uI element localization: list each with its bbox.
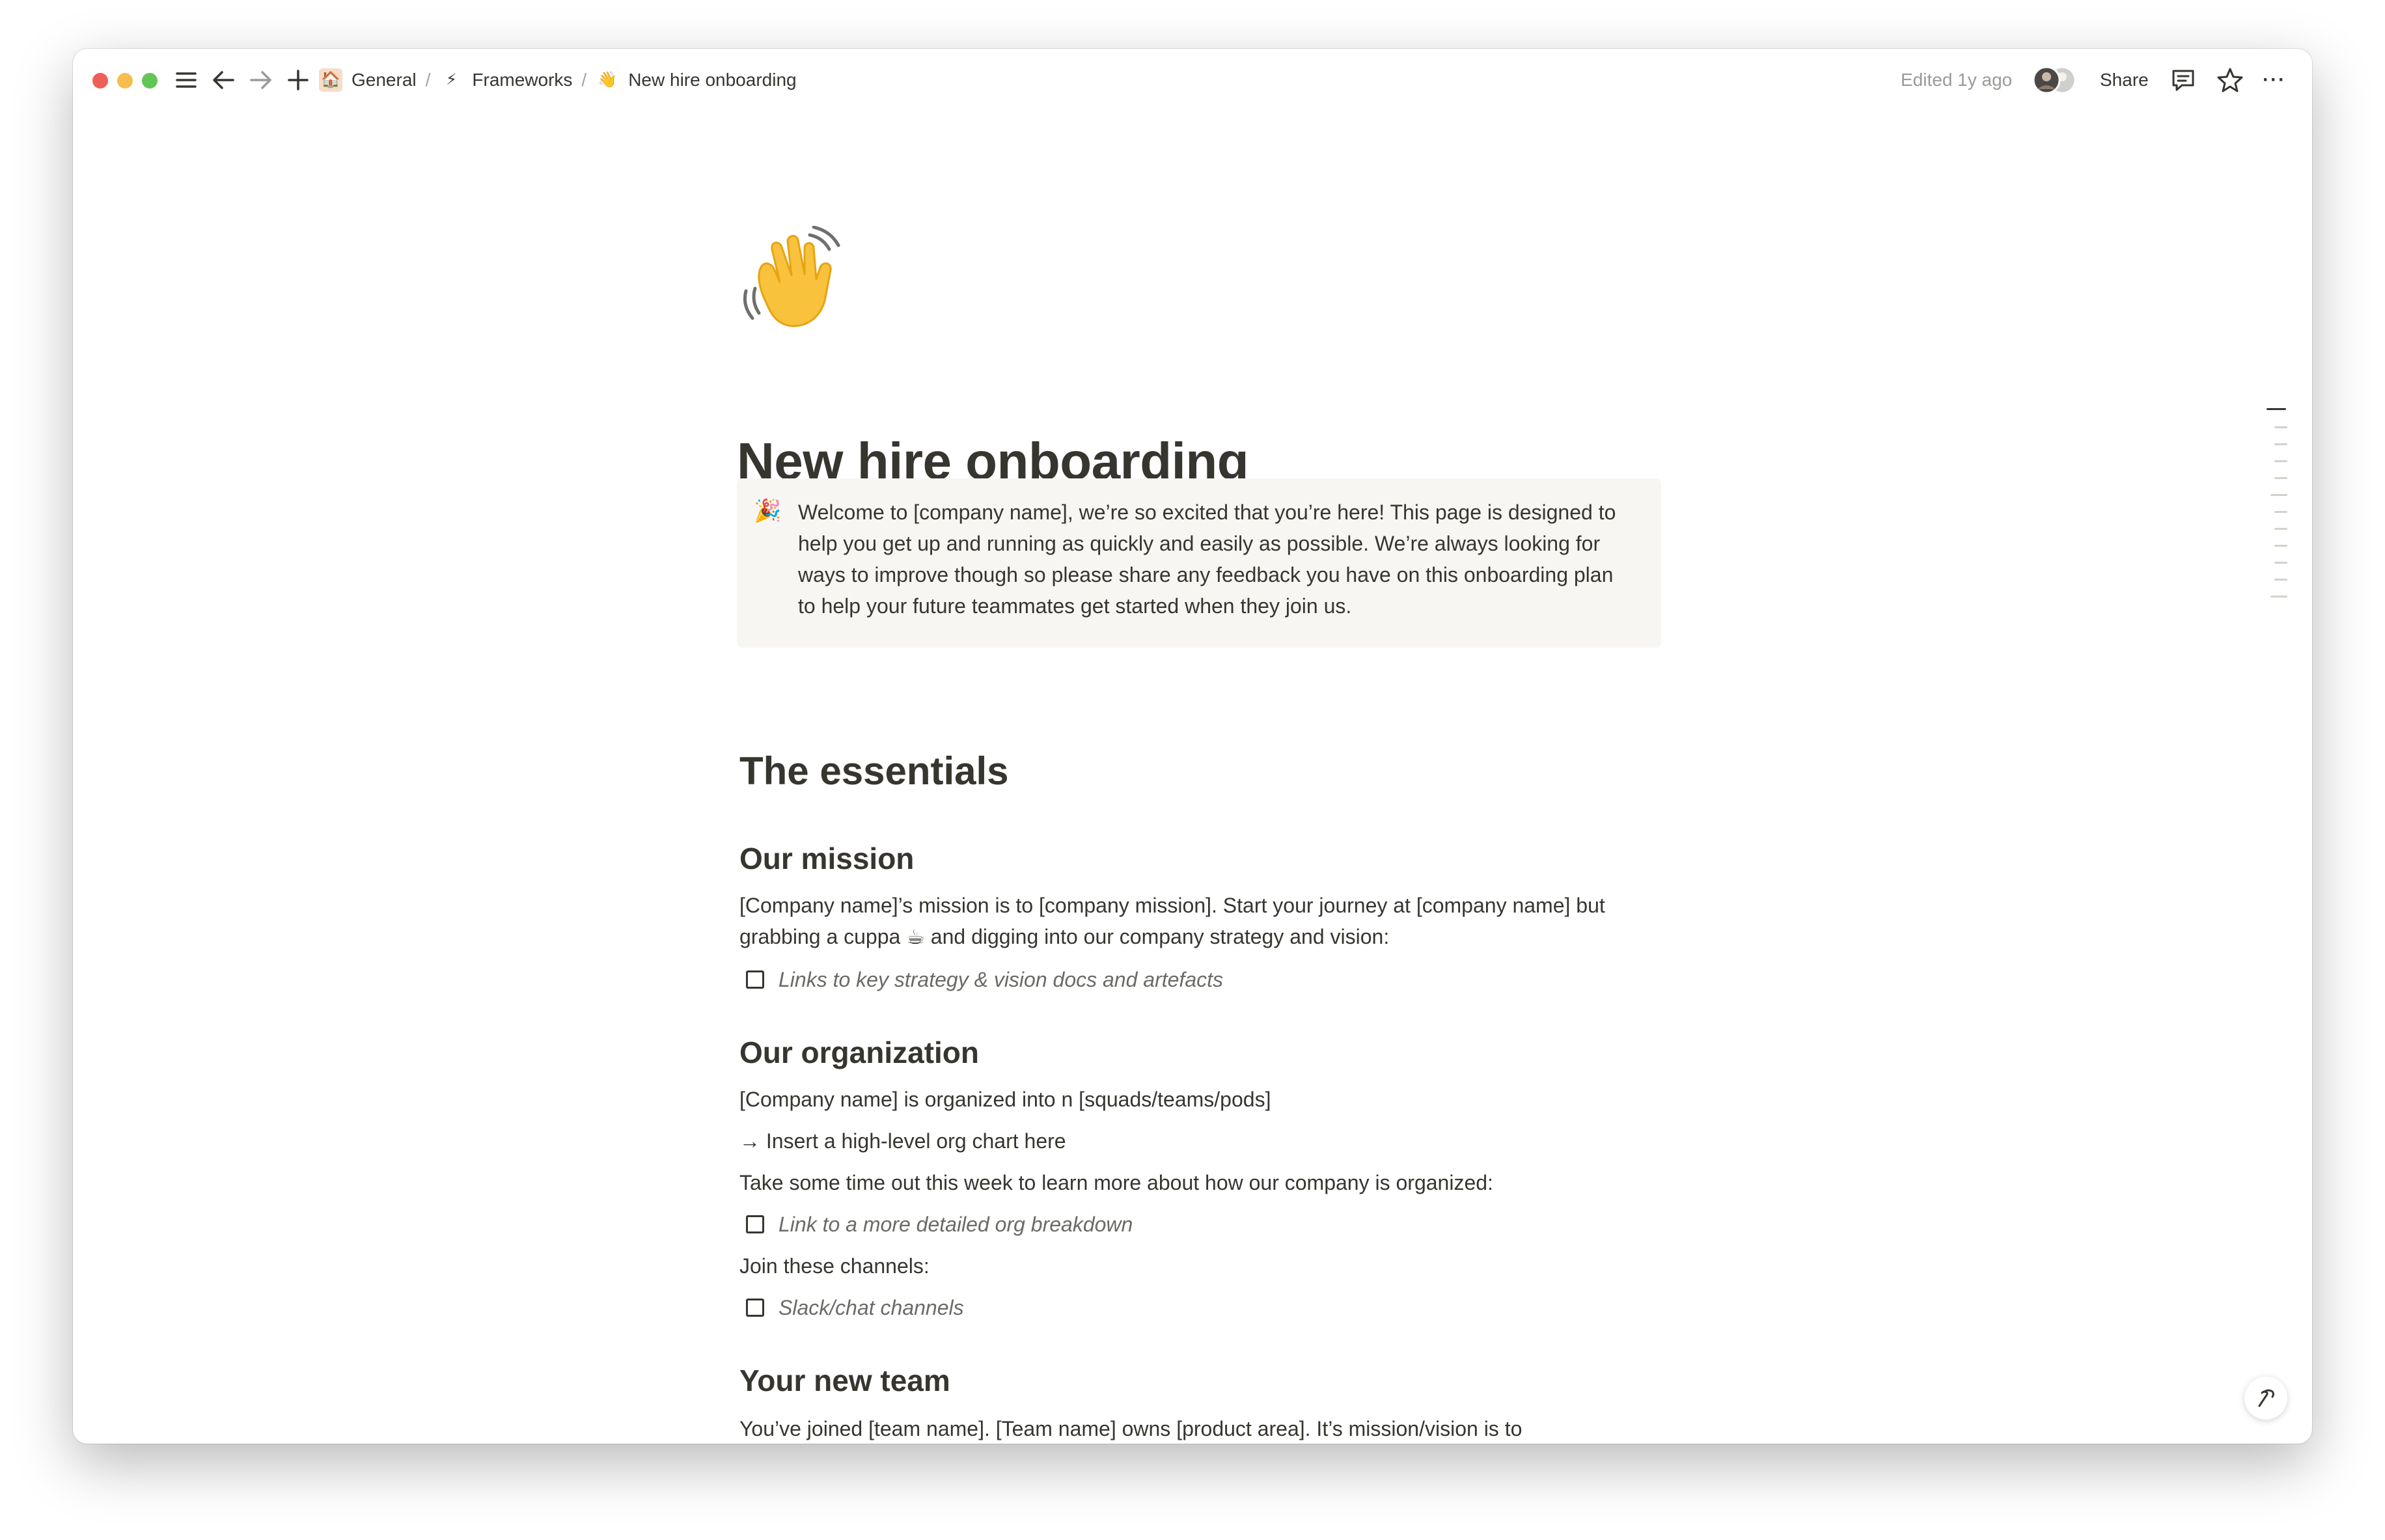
house-icon: 🏠 xyxy=(319,68,342,92)
party-popper-icon: 🎉 xyxy=(754,499,782,523)
toc-marker[interactable] xyxy=(2274,511,2287,513)
callout-text[interactable]: Welcome to [company name], we’re so exci… xyxy=(798,497,1625,622)
toc-marker[interactable] xyxy=(2274,579,2287,581)
breadcrumb-label: Frameworks xyxy=(472,70,573,90)
back-arrow-icon[interactable] xyxy=(211,64,237,96)
waving-hand-icon: 👋 xyxy=(598,71,618,89)
lightning-icon: ⚡ xyxy=(445,71,457,89)
welcome-callout[interactable]: 🎉 Welcome to [company name], we’re so ex… xyxy=(737,478,1661,648)
todo-label: Link to a more detailed org breakdown xyxy=(779,1212,1133,1236)
heading-our-mission[interactable]: Our mission xyxy=(739,841,914,876)
breadcrumb-separator: / xyxy=(581,70,587,90)
mission-paragraph[interactable]: [Company name]’s mission is to [company … xyxy=(739,890,1651,952)
breadcrumb-item-current[interactable]: 👋 New hire onboarding xyxy=(596,68,796,92)
toc-marker-active[interactable] xyxy=(2267,408,2286,410)
todo-label: Links to key strategy & vision docs and … xyxy=(779,967,1223,991)
breadcrumb-label: General xyxy=(352,70,417,90)
favorite-star-icon[interactable] xyxy=(2216,64,2244,96)
org-paragraph-3[interactable]: Take some time out this week to learn mo… xyxy=(739,1167,1664,1198)
close-window-button[interactable] xyxy=(92,73,108,89)
app-window: 🏠 General / ⚡ Frameworks / 👋 New hire on… xyxy=(73,49,2312,1444)
todo-checkbox[interactable] xyxy=(746,1299,764,1317)
toc-marker[interactable] xyxy=(2274,460,2287,462)
toc-marker[interactable] xyxy=(2274,528,2287,530)
minimize-window-button[interactable] xyxy=(117,73,133,89)
toc-marker[interactable] xyxy=(2270,596,2287,598)
todo-item-strategy-docs[interactable]: Links to key strategy & vision docs and … xyxy=(739,964,1223,995)
org-paragraph-1[interactable]: [Company name] is organized into n [squa… xyxy=(739,1084,1664,1115)
more-options-icon[interactable]: ··· xyxy=(2263,64,2286,96)
share-button[interactable]: Share xyxy=(2100,64,2149,96)
breadcrumb-item-general[interactable]: 🏠 General xyxy=(319,68,417,92)
todo-item-org-breakdown[interactable]: Link to a more detailed org breakdown xyxy=(739,1209,1133,1240)
heading-your-new-team[interactable]: Your new team xyxy=(739,1363,950,1398)
org-paragraph-2[interactable]: → Insert a high-level org chart here xyxy=(739,1125,1664,1157)
team-paragraph[interactable]: You’ve joined [team name]. [Team name] o… xyxy=(739,1413,1638,1444)
forward-arrow-icon[interactable] xyxy=(247,64,273,96)
maximize-window-button[interactable] xyxy=(142,73,158,89)
todo-checkbox[interactable] xyxy=(746,1215,764,1233)
top-bar: 🏠 General / ⚡ Frameworks / 👋 New hire on… xyxy=(73,49,2312,107)
collaborator-avatars[interactable] xyxy=(2030,64,2082,96)
breadcrumb-label: New hire onboarding xyxy=(628,70,797,90)
org-paragraph-4[interactable]: Join these channels: xyxy=(739,1250,1664,1282)
edited-status: Edited 1y ago xyxy=(1901,70,2013,90)
toc-marker[interactable] xyxy=(2274,545,2287,547)
toc-marker[interactable] xyxy=(2270,494,2287,496)
sidebar-menu-icon[interactable] xyxy=(173,64,199,96)
todo-item-slack-channels[interactable]: Slack/chat channels xyxy=(739,1292,964,1323)
toc-marker[interactable] xyxy=(2274,426,2287,428)
new-page-plus-icon[interactable] xyxy=(285,64,311,96)
breadcrumb: 🏠 General / ⚡ Frameworks / 👋 New hire on… xyxy=(319,64,797,96)
toc-marker[interactable] xyxy=(2274,477,2287,479)
toc-marker[interactable] xyxy=(2274,443,2287,445)
todo-checkbox[interactable] xyxy=(746,970,764,989)
heading-essentials[interactable]: The essentials xyxy=(739,749,1009,793)
waving-hand-icon[interactable] xyxy=(737,225,848,337)
breadcrumb-separator: / xyxy=(425,70,431,90)
comments-icon[interactable] xyxy=(2169,64,2198,96)
toc-marker[interactable] xyxy=(2274,562,2287,564)
help-icon xyxy=(2258,1389,2274,1407)
todo-label: Slack/chat channels xyxy=(779,1295,964,1319)
breadcrumb-item-frameworks[interactable]: ⚡ Frameworks xyxy=(439,68,572,92)
help-button[interactable] xyxy=(2244,1377,2287,1420)
heading-our-organization[interactable]: Our organization xyxy=(739,1035,979,1070)
